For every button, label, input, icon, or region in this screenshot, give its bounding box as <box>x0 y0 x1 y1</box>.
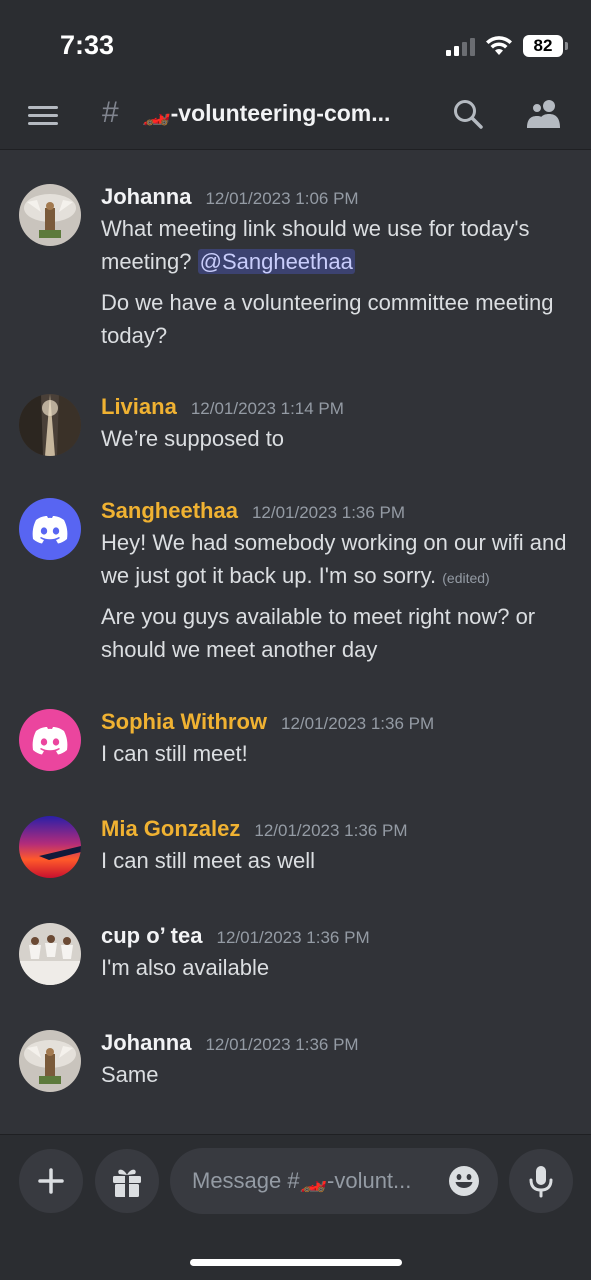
user-avatar[interactable] <box>19 184 81 246</box>
message-input[interactable] <box>192 1165 442 1197</box>
message-text: Do we have a volunteering committee meet… <box>101 290 554 348</box>
menu-icon[interactable] <box>28 104 60 128</box>
timestamp: 12/01/2023 1:36 PM <box>251 503 406 522</box>
message-text: What meeting link should we use for toda… <box>101 212 581 278</box>
discord-logo-avatar <box>32 516 68 544</box>
status-bar: 7:33 82 <box>0 0 591 84</box>
message-text: Same <box>101 1062 159 1087</box>
status-time: 7:33 <box>60 30 115 60</box>
message-text-part: Hey! We had somebody working on our wifi… <box>101 530 567 588</box>
emoji-icon[interactable] <box>448 1165 480 1197</box>
message-header: Sangheethaa 12/01/2023 1:36 PM <box>101 498 405 524</box>
voice-message-button[interactable] <box>509 1149 573 1213</box>
figurine-avatar <box>19 184 81 246</box>
username[interactable]: Mia Gonzalez <box>101 816 240 842</box>
message-header: Johanna 12/01/2023 1:36 PM <box>101 1030 359 1056</box>
gift-button[interactable] <box>95 1149 159 1213</box>
message-header: Liviana 12/01/2023 1:14 PM <box>101 394 344 420</box>
figurine-avatar <box>19 1030 81 1092</box>
message-text: I can still meet as well <box>101 848 315 873</box>
home-indicator[interactable] <box>190 1259 402 1266</box>
user-avatar[interactable] <box>19 709 81 771</box>
channel-hash-icon: # <box>102 96 119 129</box>
message-text: I'm also available <box>101 955 270 980</box>
add-attachment-button[interactable] <box>19 1149 83 1213</box>
timestamp: 12/01/2023 1:36 PM <box>254 821 408 840</box>
username[interactable]: Sangheethaa <box>101 498 238 524</box>
message-text: We’re supposed to <box>101 426 285 451</box>
user-avatar[interactable] <box>19 816 81 878</box>
username[interactable]: Johanna <box>101 1030 191 1056</box>
sunset-wing-avatar <box>19 816 81 878</box>
username[interactable]: Liviana <box>101 394 177 420</box>
channel-header: # 🏎️-volunteering-com... <box>0 84 591 150</box>
username[interactable]: Sophia Withrow <box>101 709 267 735</box>
username[interactable]: Johanna <box>101 184 191 210</box>
plus-icon <box>38 1168 64 1194</box>
battery-level: 82 <box>533 36 553 55</box>
username[interactable]: cup o’ tea <box>101 923 202 949</box>
message-header: Johanna 12/01/2023 1:06 PM <box>101 184 359 210</box>
timestamp: 12/01/2023 1:36 PM <box>205 1035 359 1054</box>
message-header: cup o’ tea 12/01/2023 1:36 PM <box>101 923 370 949</box>
message-text: Hey! We had somebody working on our wifi… <box>101 526 586 595</box>
timestamp: 12/01/2023 1:36 PM <box>216 928 370 947</box>
cellular-signal-icon <box>446 36 475 56</box>
message-text: Are you guys available to meet right now… <box>101 604 536 662</box>
message-header: Mia Gonzalez 12/01/2023 1:36 PM <box>101 816 407 842</box>
microphone-icon <box>529 1166 553 1198</box>
message-input-container[interactable] <box>170 1148 498 1214</box>
discord-logo-avatar <box>32 727 68 755</box>
timestamp: 12/01/2023 1:36 PM <box>281 714 435 733</box>
edited-label: (edited) <box>442 570 490 586</box>
user-avatar[interactable] <box>19 1030 81 1092</box>
forest-path-avatar <box>19 394 81 456</box>
search-icon[interactable] <box>452 98 484 130</box>
wifi-icon <box>486 36 512 55</box>
user-mention[interactable]: @Sangheethaa <box>197 249 355 274</box>
channel-name[interactable]: 🏎️-volunteering-com... <box>142 100 412 127</box>
timestamp: 12/01/2023 1:14 PM <box>190 399 344 418</box>
gift-icon <box>113 1169 141 1197</box>
timestamp: 12/01/2023 1:06 PM <box>205 189 359 208</box>
message-text: I can still meet! <box>101 741 248 766</box>
status-icons: 82 <box>446 34 568 58</box>
user-avatar[interactable] <box>19 923 81 985</box>
user-avatar[interactable] <box>19 498 81 560</box>
message-list[interactable]: Johanna 12/01/2023 1:06 PM What meeting … <box>0 150 591 1135</box>
user-avatar[interactable] <box>19 394 81 456</box>
message-header: Sophia Withrow 12/01/2023 1:36 PM <box>101 709 434 735</box>
battery-indicator: 82 <box>523 35 568 57</box>
teacups-avatar <box>19 923 81 985</box>
members-icon[interactable] <box>526 96 562 130</box>
